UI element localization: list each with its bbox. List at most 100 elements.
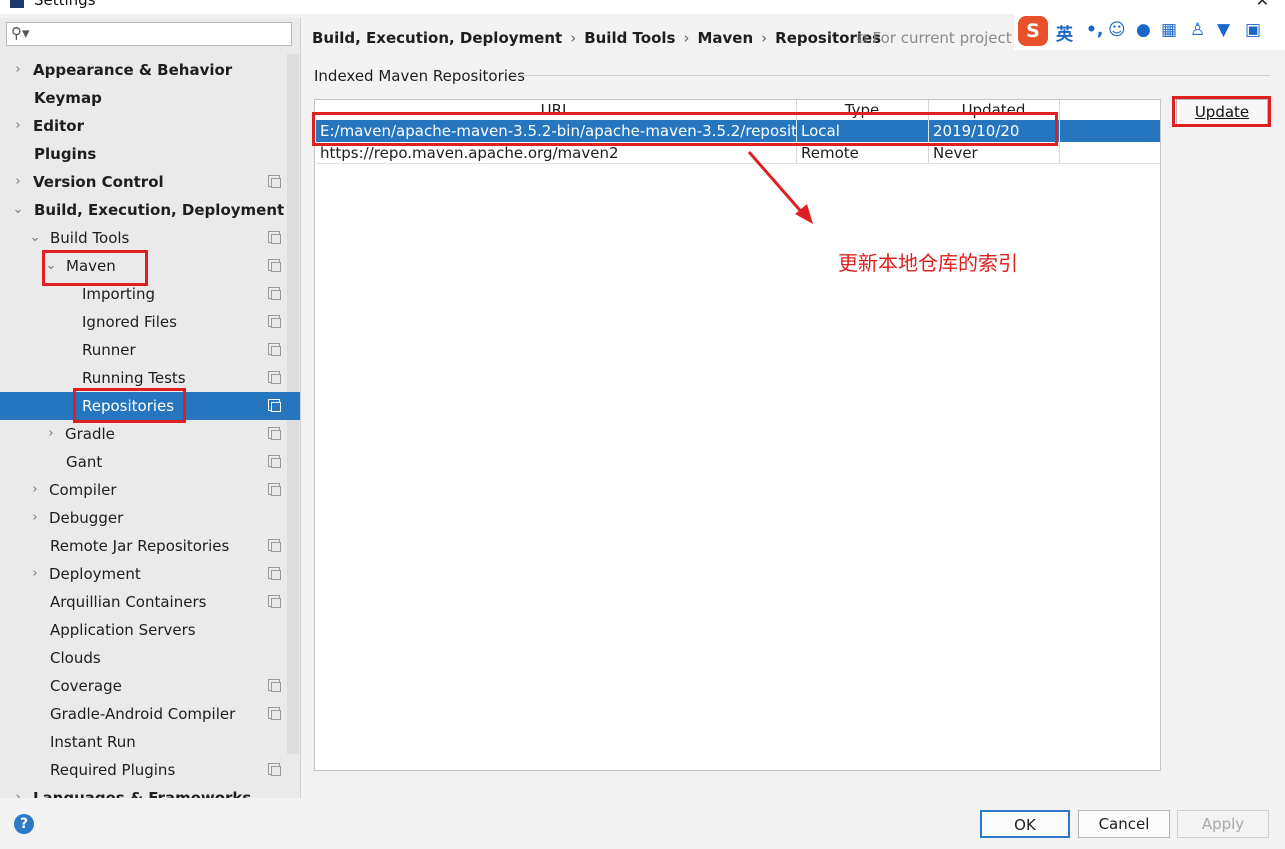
sidebar-item-label: Build Tools bbox=[50, 229, 130, 247]
ime-logo[interactable]: S bbox=[1018, 16, 1048, 46]
skin-icon[interactable]: ▼ bbox=[1217, 20, 1230, 40]
microphone-icon[interactable]: ● bbox=[1136, 20, 1151, 40]
scope-label: For current project bbox=[872, 29, 1012, 47]
project-scope-icon bbox=[268, 371, 281, 384]
chevron-right-icon[interactable]: › bbox=[11, 112, 25, 140]
project-scope-icon bbox=[268, 707, 281, 720]
sidebar-item[interactable]: Ignored Files bbox=[0, 308, 300, 336]
sidebar-item-label: Remote Jar Repositories bbox=[50, 537, 230, 555]
column-header-url[interactable]: URL bbox=[315, 100, 797, 120]
column-header-updated[interactable]: Updated bbox=[928, 100, 1060, 120]
sidebar-item-label: Application Servers bbox=[50, 621, 196, 639]
chevron-down-icon[interactable]: ⌄ bbox=[28, 224, 42, 252]
sidebar-item[interactable]: ⌄ Build Tools bbox=[0, 224, 300, 252]
chevron-right-icon: › bbox=[683, 29, 690, 47]
sidebar-item[interactable]: Arquillian Containers bbox=[0, 588, 300, 616]
sidebar-item[interactable]: Importing bbox=[0, 280, 300, 308]
chevron-right-icon[interactable]: › bbox=[28, 560, 42, 588]
project-scope-icon bbox=[268, 343, 281, 356]
sidebar-item[interactable]: Clouds bbox=[0, 644, 300, 672]
project-scope-icon bbox=[268, 175, 281, 188]
cell-type: Local bbox=[797, 120, 929, 142]
search-icon: ⚲▾ bbox=[11, 24, 30, 42]
sidebar-item[interactable]: Remote Jar Repositories bbox=[0, 532, 300, 560]
project-scope-icon bbox=[268, 287, 281, 300]
chevron-right-icon[interactable]: › bbox=[44, 420, 58, 448]
project-scope-icon bbox=[268, 231, 281, 244]
keyboard-icon[interactable]: ▦ bbox=[1161, 20, 1177, 40]
help-icon[interactable]: ? bbox=[14, 814, 34, 834]
sidebar-item-label: Runner bbox=[82, 341, 136, 359]
project-scope-icon bbox=[268, 567, 281, 580]
grid-icon[interactable]: ▣ bbox=[1245, 20, 1261, 40]
sidebar-item[interactable]: Application Servers bbox=[0, 616, 300, 644]
chevron-down-icon[interactable]: ⌄ bbox=[11, 196, 25, 224]
project-scope-icon bbox=[268, 595, 281, 608]
sidebar-item-label: Keymap bbox=[34, 89, 102, 107]
sidebar-item-label: Required Plugins bbox=[50, 761, 176, 779]
sidebar-item[interactable]: › Appearance & Behavior bbox=[0, 56, 300, 84]
sidebar-item-label: Languages & Frameworks bbox=[33, 789, 252, 798]
user-icon[interactable]: ♙ bbox=[1190, 20, 1205, 40]
group-divider bbox=[510, 75, 1270, 76]
project-scope-icon bbox=[268, 679, 281, 692]
ok-button[interactable]: OK bbox=[980, 810, 1070, 838]
sidebar-item[interactable]: Runner bbox=[0, 336, 300, 364]
settings-sidebar: ⚲▾ › Appearance & Behavior Keymap › Editor Pl… bbox=[0, 18, 301, 798]
sidebar-item[interactable]: › Editor bbox=[0, 112, 300, 140]
punctuation-icon[interactable]: •, bbox=[1086, 20, 1103, 40]
cell-updated: Never bbox=[929, 142, 1060, 164]
window-title: Settings bbox=[34, 0, 96, 9]
chevron-down-icon[interactable]: ⌄ bbox=[44, 252, 58, 280]
sidebar-item[interactable]: › Debugger bbox=[0, 504, 300, 532]
repositories-table: URL Type Updated E:/maven/apache-maven-3… bbox=[314, 99, 1161, 771]
column-header-type[interactable]: Type bbox=[796, 100, 929, 120]
search-input[interactable]: ⚲▾ bbox=[6, 22, 292, 46]
sidebar-item-label: Version Control bbox=[33, 173, 164, 191]
sidebar-item[interactable]: Coverage bbox=[0, 672, 300, 700]
sidebar-item[interactable]: Repositories bbox=[0, 392, 300, 420]
sidebar-item[interactable]: Running Tests bbox=[0, 364, 300, 392]
table-row[interactable]: E:/maven/apache-maven-3.5.2-bin/apache-m… bbox=[316, 120, 1160, 142]
sidebar-item-label: Appearance & Behavior bbox=[33, 61, 233, 79]
chevron-right-icon[interactable]: › bbox=[28, 504, 42, 532]
sidebar-item[interactable]: ⌄ Maven bbox=[0, 252, 300, 280]
sidebar-item-label: Gradle bbox=[65, 425, 115, 443]
sidebar-item-label: Deployment bbox=[49, 565, 141, 583]
annotation-note: 更新本地仓库的索引 bbox=[838, 251, 1018, 275]
sidebar-item[interactable]: Instant Run bbox=[0, 728, 300, 756]
chevron-right-icon[interactable]: › bbox=[11, 784, 25, 798]
sidebar-item[interactable]: Plugins bbox=[0, 140, 300, 168]
sidebar-item[interactable]: Required Plugins bbox=[0, 756, 300, 784]
breadcrumb-item: Build Tools bbox=[584, 29, 676, 47]
sidebar-item[interactable]: Keymap bbox=[0, 84, 300, 112]
sidebar-item[interactable]: Gradle-Android Compiler bbox=[0, 700, 300, 728]
apply-button[interactable]: Apply bbox=[1177, 810, 1269, 838]
emoji-icon[interactable]: ☺ bbox=[1108, 20, 1126, 40]
sidebar-item[interactable]: › Languages & Frameworks bbox=[0, 784, 300, 798]
breadcrumb-item: Build, Execution, Deployment bbox=[312, 29, 563, 47]
sidebar-item[interactable]: › Compiler bbox=[0, 476, 300, 504]
table-row[interactable]: https://repo.maven.apache.org/maven2 Rem… bbox=[316, 142, 1160, 164]
cell-url: https://repo.maven.apache.org/maven2 bbox=[316, 142, 797, 164]
project-scope-icon bbox=[268, 427, 281, 440]
update-button[interactable]: Update bbox=[1176, 99, 1268, 125]
close-icon[interactable]: ✕ bbox=[1256, 0, 1269, 10]
cancel-button[interactable]: Cancel bbox=[1078, 810, 1170, 838]
sidebar-item[interactable]: Gant bbox=[0, 448, 300, 476]
sidebar-item[interactable]: › Version Control bbox=[0, 168, 300, 196]
sidebar-item-label: Instant Run bbox=[50, 733, 136, 751]
sidebar-item[interactable]: ⌄ Build, Execution, Deployment bbox=[0, 196, 300, 224]
sidebar-item-label: Gradle-Android Compiler bbox=[50, 705, 236, 723]
sidebar-item-label: Debugger bbox=[49, 509, 124, 527]
chevron-right-icon[interactable]: › bbox=[28, 476, 42, 504]
project-scope-icon bbox=[268, 539, 281, 552]
sidebar-item[interactable]: › Gradle bbox=[0, 420, 300, 448]
ime-mode-toggle[interactable]: 英 bbox=[1056, 20, 1073, 45]
sidebar-item[interactable]: › Deployment bbox=[0, 560, 300, 588]
chevron-right-icon[interactable]: › bbox=[11, 168, 25, 196]
chevron-right-icon[interactable]: › bbox=[11, 56, 25, 84]
copy-icon: ⧉ bbox=[857, 29, 868, 47]
project-scope-icon bbox=[268, 455, 281, 468]
sidebar-item-label: Plugins bbox=[34, 145, 97, 163]
